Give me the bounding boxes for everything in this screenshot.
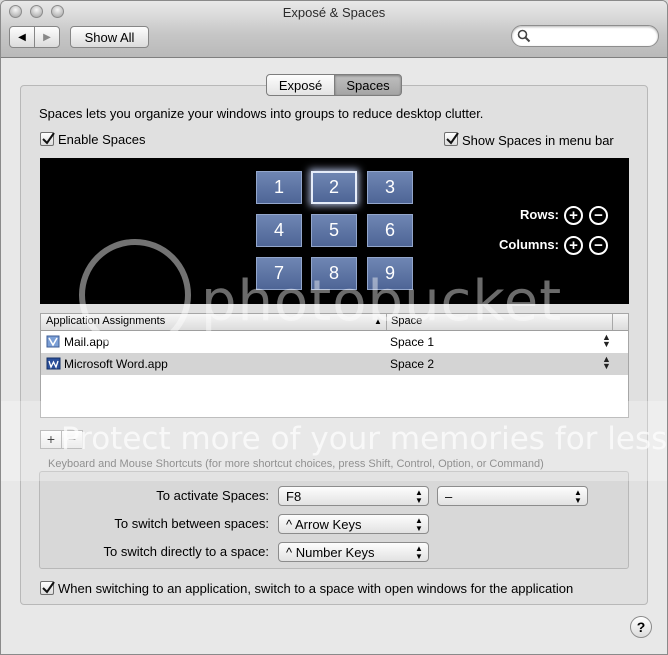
app-name: Microsoft Word.app	[64, 357, 168, 371]
table-header: Application Assignments ▲ Space	[41, 314, 628, 331]
app-name: Mail.app	[64, 335, 110, 349]
table-row[interactable]: Microsoft Word.app Space 2 ▲ ▼	[41, 353, 628, 375]
popup-value: ^ Number Keys	[286, 545, 375, 560]
columns-label: Columns:	[499, 237, 559, 252]
rows-label: Rows:	[520, 207, 559, 222]
checkmark-icon	[42, 581, 55, 594]
space-tile-4[interactable]: 4	[256, 214, 302, 247]
search-input[interactable]	[534, 28, 652, 44]
show-all-button[interactable]: Show All	[70, 26, 149, 48]
updown-arrows-icon[interactable]: ▲ ▼	[602, 333, 611, 349]
column-divider	[386, 314, 387, 330]
tab-expose[interactable]: Exposé	[266, 74, 335, 96]
switch-between-popup[interactable]: ^ Arrow Keys ▲ ▼	[278, 514, 429, 534]
forward-button[interactable]: ▶	[34, 26, 60, 48]
column-divider	[612, 314, 613, 330]
application-assignments-table[interactable]: Application Assignments ▲ Space Mail.app…	[40, 313, 629, 418]
tab-spaces[interactable]: Spaces	[334, 74, 402, 96]
search-field[interactable]	[511, 25, 659, 47]
space-tile-1[interactable]: 1	[256, 171, 302, 204]
remove-assignment-button[interactable]: −	[61, 431, 82, 448]
help-button[interactable]: ?	[630, 616, 652, 638]
enable-spaces-checkbox[interactable]	[40, 132, 55, 146]
activate-spaces-mouse-popup[interactable]: – ▲ ▼	[437, 486, 588, 506]
switch-direct-label: To switch directly to a space:	[103, 544, 269, 559]
activate-spaces-label: To activate Spaces:	[156, 488, 269, 503]
shortcuts-header: Keyboard and Mouse Shortcuts (for more s…	[48, 458, 544, 470]
updown-arrows-icon: ▲ ▼	[415, 544, 423, 561]
minus-icon: −	[594, 237, 603, 254]
checkmark-icon	[446, 132, 459, 145]
space-tile-3[interactable]: 3	[367, 171, 413, 204]
space-tile-6[interactable]: 6	[367, 214, 413, 247]
space-tile-8[interactable]: 8	[311, 257, 357, 290]
space-tile-9[interactable]: 9	[367, 257, 413, 290]
popup-value: F8	[286, 489, 302, 504]
forward-arrow-icon: ▶	[43, 31, 51, 43]
popup-value: –	[445, 489, 453, 504]
updown-arrows-icon: ▲ ▼	[415, 488, 423, 505]
window-title: Exposé & Spaces	[282, 5, 386, 20]
plus-icon: +	[569, 237, 578, 254]
column-header-application[interactable]: Application Assignments	[46, 315, 165, 327]
updown-arrows-icon: ▲ ▼	[415, 516, 423, 533]
show-in-menu-bar-checkbox[interactable]	[444, 132, 459, 146]
updown-arrows-icon[interactable]: ▲ ▼	[602, 355, 611, 371]
enable-spaces-label: Enable Spaces	[58, 132, 146, 147]
plus-icon: +	[569, 207, 578, 224]
space-value: Space 1	[390, 335, 435, 349]
add-column-button[interactable]: +	[564, 236, 583, 255]
table-row[interactable]: Mail.app Space 1 ▲ ▼	[41, 331, 628, 353]
sort-ascending-icon: ▲	[374, 317, 382, 326]
remove-row-button[interactable]: −	[589, 206, 608, 225]
preferences-window: Exposé & Spaces ◀ ▶ Show All Exposé Spac…	[0, 0, 668, 655]
column-header-space[interactable]: Space	[391, 315, 422, 327]
word-app-icon	[46, 357, 61, 370]
switch-between-label: To switch between spaces:	[114, 516, 269, 531]
switch-to-app-space-checkbox[interactable]	[40, 581, 55, 595]
search-icon	[517, 29, 531, 43]
add-remove-control: + −	[40, 430, 83, 449]
back-button[interactable]: ◀	[9, 26, 35, 48]
space-tile-5[interactable]: 5	[311, 214, 357, 247]
switch-to-app-space-label: When switching to an application, switch…	[58, 581, 574, 596]
minus-icon: −	[594, 207, 603, 224]
add-assignment-button[interactable]: +	[41, 431, 61, 448]
switch-direct-popup[interactable]: ^ Number Keys ▲ ▼	[278, 542, 429, 562]
mail-app-icon	[46, 335, 60, 348]
checkmark-icon	[42, 132, 55, 145]
space-tile-2[interactable]: 2	[311, 171, 357, 204]
spaces-description: Spaces lets you organize your windows in…	[39, 106, 484, 121]
add-row-button[interactable]: +	[564, 206, 583, 225]
spaces-preview: 1 2 3 4 5 6 7 8 9 Rows: + − Columns: + −	[40, 158, 629, 304]
space-tile-7[interactable]: 7	[256, 257, 302, 290]
remove-column-button[interactable]: −	[589, 236, 608, 255]
popup-value: ^ Arrow Keys	[286, 517, 362, 532]
title-toolbar: Exposé & Spaces ◀ ▶ Show All	[1, 1, 667, 58]
updown-arrows-icon: ▲ ▼	[574, 488, 582, 505]
space-value: Space 2	[390, 357, 435, 371]
show-in-menu-bar-label: Show Spaces in menu bar	[462, 133, 614, 148]
activate-spaces-keyboard-popup[interactable]: F8 ▲ ▼	[278, 486, 429, 506]
back-arrow-icon: ◀	[18, 31, 26, 43]
